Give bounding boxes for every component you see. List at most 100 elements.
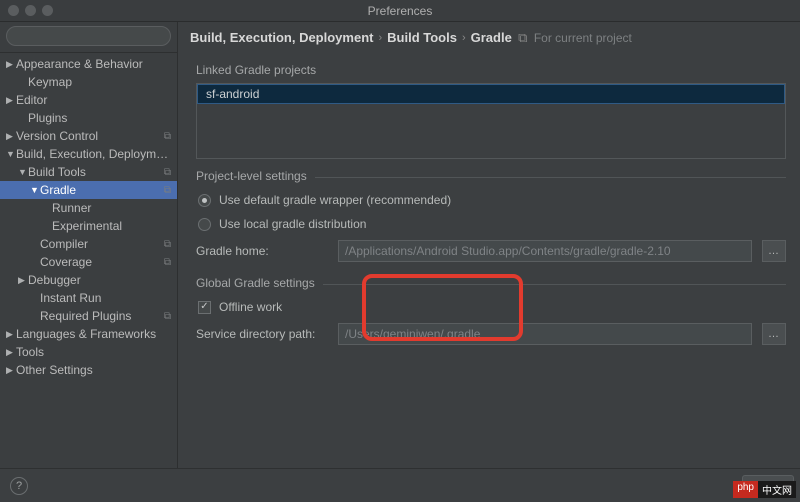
sidebar-item-label: Other Settings (16, 363, 171, 377)
sidebar-item-label: Tools (16, 345, 171, 359)
radio-icon (198, 218, 211, 231)
sidebar-item[interactable]: ▶Tools (0, 343, 177, 361)
watermark: php 中文网 (733, 481, 796, 498)
breadcrumb: Build, Execution, Deployment › Build Too… (178, 22, 800, 51)
radio-label: Use default gradle wrapper (recommended) (219, 193, 451, 207)
sidebar-item[interactable]: Plugins (0, 109, 177, 127)
crumb-part: Build Tools (387, 30, 457, 45)
use-default-wrapper-radio[interactable]: Use default gradle wrapper (recommended) (196, 188, 786, 212)
sidebar-item-label: Required Plugins (40, 309, 164, 323)
sidebar-item[interactable]: Compiler⧉ (0, 235, 177, 253)
sidebar-item-label: Experimental (52, 219, 171, 233)
sidebar-item[interactable]: Required Plugins⧉ (0, 307, 177, 325)
chevron-right-icon: ▶ (6, 95, 16, 106)
sidebar-item[interactable]: ▼Build Tools⧉ (0, 163, 177, 181)
content-pane: Build, Execution, Deployment › Build Too… (178, 22, 800, 468)
minimize-icon[interactable] (25, 5, 36, 16)
linked-projects-label: Linked Gradle projects (196, 63, 786, 77)
preferences-window: Preferences ⌕ ▶Appearance & BehaviorKeym… (0, 0, 800, 502)
service-dir-input[interactable] (338, 323, 752, 345)
project-scope-icon: ⧉ (164, 167, 177, 178)
radio-label: Use local gradle distribution (219, 217, 366, 231)
browse-service-dir-button[interactable]: … (762, 323, 786, 345)
sidebar-item-label: Appearance & Behavior (16, 57, 171, 71)
radio-icon (198, 194, 211, 207)
sidebar-item-label: Editor (16, 93, 171, 107)
gradle-home-row: Gradle home: … (196, 236, 786, 266)
sidebar-item[interactable]: ▶Languages & Frameworks (0, 325, 177, 343)
linked-project-item[interactable]: sf-android (197, 84, 785, 104)
service-dir-label: Service directory path: (196, 327, 328, 341)
chevron-right-icon: ▶ (6, 131, 16, 142)
sidebar-item-label: Version Control (16, 129, 164, 143)
gradle-home-label: Gradle home: (196, 244, 328, 258)
linked-project-name: sf-android (206, 87, 259, 101)
chevron-right-icon: › (378, 32, 382, 44)
sidebar-item[interactable]: ▶Editor (0, 91, 177, 109)
global-gradle-settings-title: Global Gradle settings (196, 276, 323, 290)
project-scope-icon: ⧉ (164, 185, 177, 196)
sidebar-item[interactable]: Coverage⧉ (0, 253, 177, 271)
watermark-a: php (733, 481, 758, 498)
project-scope-icon: ⧉ (164, 239, 177, 250)
project-level-settings-group: Project-level settings (196, 177, 786, 178)
sidebar-item[interactable]: Instant Run (0, 289, 177, 307)
sidebar-item-label: Plugins (28, 111, 171, 125)
sidebar-item-label: Build, Execution, Deployment (16, 147, 171, 161)
sidebar-item[interactable]: Experimental (0, 217, 177, 235)
use-local-distribution-radio[interactable]: Use local gradle distribution (196, 212, 786, 236)
zoom-icon[interactable] (42, 5, 53, 16)
project-level-settings-title: Project-level settings (196, 169, 315, 183)
window-controls[interactable] (8, 5, 53, 16)
checkbox-icon: ✓ (198, 301, 211, 314)
titlebar: Preferences (0, 0, 800, 22)
sidebar-item-label: Instant Run (40, 291, 171, 305)
sidebar-item[interactable]: Runner (0, 199, 177, 217)
body: ⌕ ▶Appearance & BehaviorKeymap▶EditorPlu… (0, 22, 800, 468)
global-gradle-settings-group: Global Gradle settings (196, 284, 786, 285)
close-icon[interactable] (8, 5, 19, 16)
sidebar-item[interactable]: ▶Appearance & Behavior (0, 55, 177, 73)
sidebar-item-label: Gradle (40, 183, 164, 197)
linked-projects-list[interactable]: sf-android (196, 83, 786, 159)
watermark-b: 中文网 (758, 481, 796, 498)
crumb-part: Build, Execution, Deployment (190, 30, 373, 45)
chevron-right-icon: ▶ (6, 59, 16, 70)
sidebar-item-label: Runner (52, 201, 171, 215)
chevron-down-icon: ▼ (18, 167, 28, 177)
sidebar-item-label: Keymap (28, 75, 171, 89)
sidebar: ⌕ ▶Appearance & BehaviorKeymap▶EditorPlu… (0, 22, 178, 468)
help-button[interactable]: ? (10, 477, 28, 495)
project-scope-icon: ⧉ (164, 311, 177, 322)
sidebar-item[interactable]: ▶Debugger (0, 271, 177, 289)
chevron-right-icon: ▶ (6, 329, 16, 340)
chevron-right-icon: › (462, 32, 466, 44)
chevron-down-icon: ▼ (6, 149, 16, 159)
sidebar-item[interactable]: ▼Build, Execution, Deployment (0, 145, 177, 163)
browse-gradle-home-button[interactable]: … (762, 240, 786, 262)
sidebar-item[interactable]: ▶Other Settings (0, 361, 177, 379)
service-dir-row: Service directory path: … (196, 319, 786, 349)
window-title: Preferences (368, 4, 433, 18)
search-input[interactable] (6, 26, 171, 46)
offline-work-checkbox[interactable]: ✓ Offline work (196, 295, 786, 319)
for-current-project-label: For current project (534, 31, 632, 45)
project-scope-icon: ⧉ (164, 257, 177, 268)
sidebar-item-label: Debugger (28, 273, 171, 287)
sidebar-item[interactable]: ▼Gradle⧉ (0, 181, 177, 199)
sidebar-item-label: Build Tools (28, 165, 164, 179)
project-scope-icon: ⧉ (517, 32, 529, 44)
settings-panel: Linked Gradle projects sf-android Projec… (178, 51, 800, 468)
chevron-right-icon: ▶ (6, 347, 16, 358)
chevron-down-icon: ▼ (30, 185, 40, 195)
crumb-part: Gradle (471, 30, 512, 45)
gradle-home-input[interactable] (338, 240, 752, 262)
sidebar-item[interactable]: ▶Version Control⧉ (0, 127, 177, 145)
project-scope-icon: ⧉ (164, 131, 177, 142)
dialog-footer: ? Cancel (0, 468, 800, 502)
sidebar-item[interactable]: Keymap (0, 73, 177, 91)
sidebar-item-label: Compiler (40, 237, 164, 251)
chevron-right-icon: ▶ (18, 275, 28, 286)
settings-tree[interactable]: ▶Appearance & BehaviorKeymap▶EditorPlugi… (0, 53, 177, 468)
sidebar-item-label: Languages & Frameworks (16, 327, 171, 341)
